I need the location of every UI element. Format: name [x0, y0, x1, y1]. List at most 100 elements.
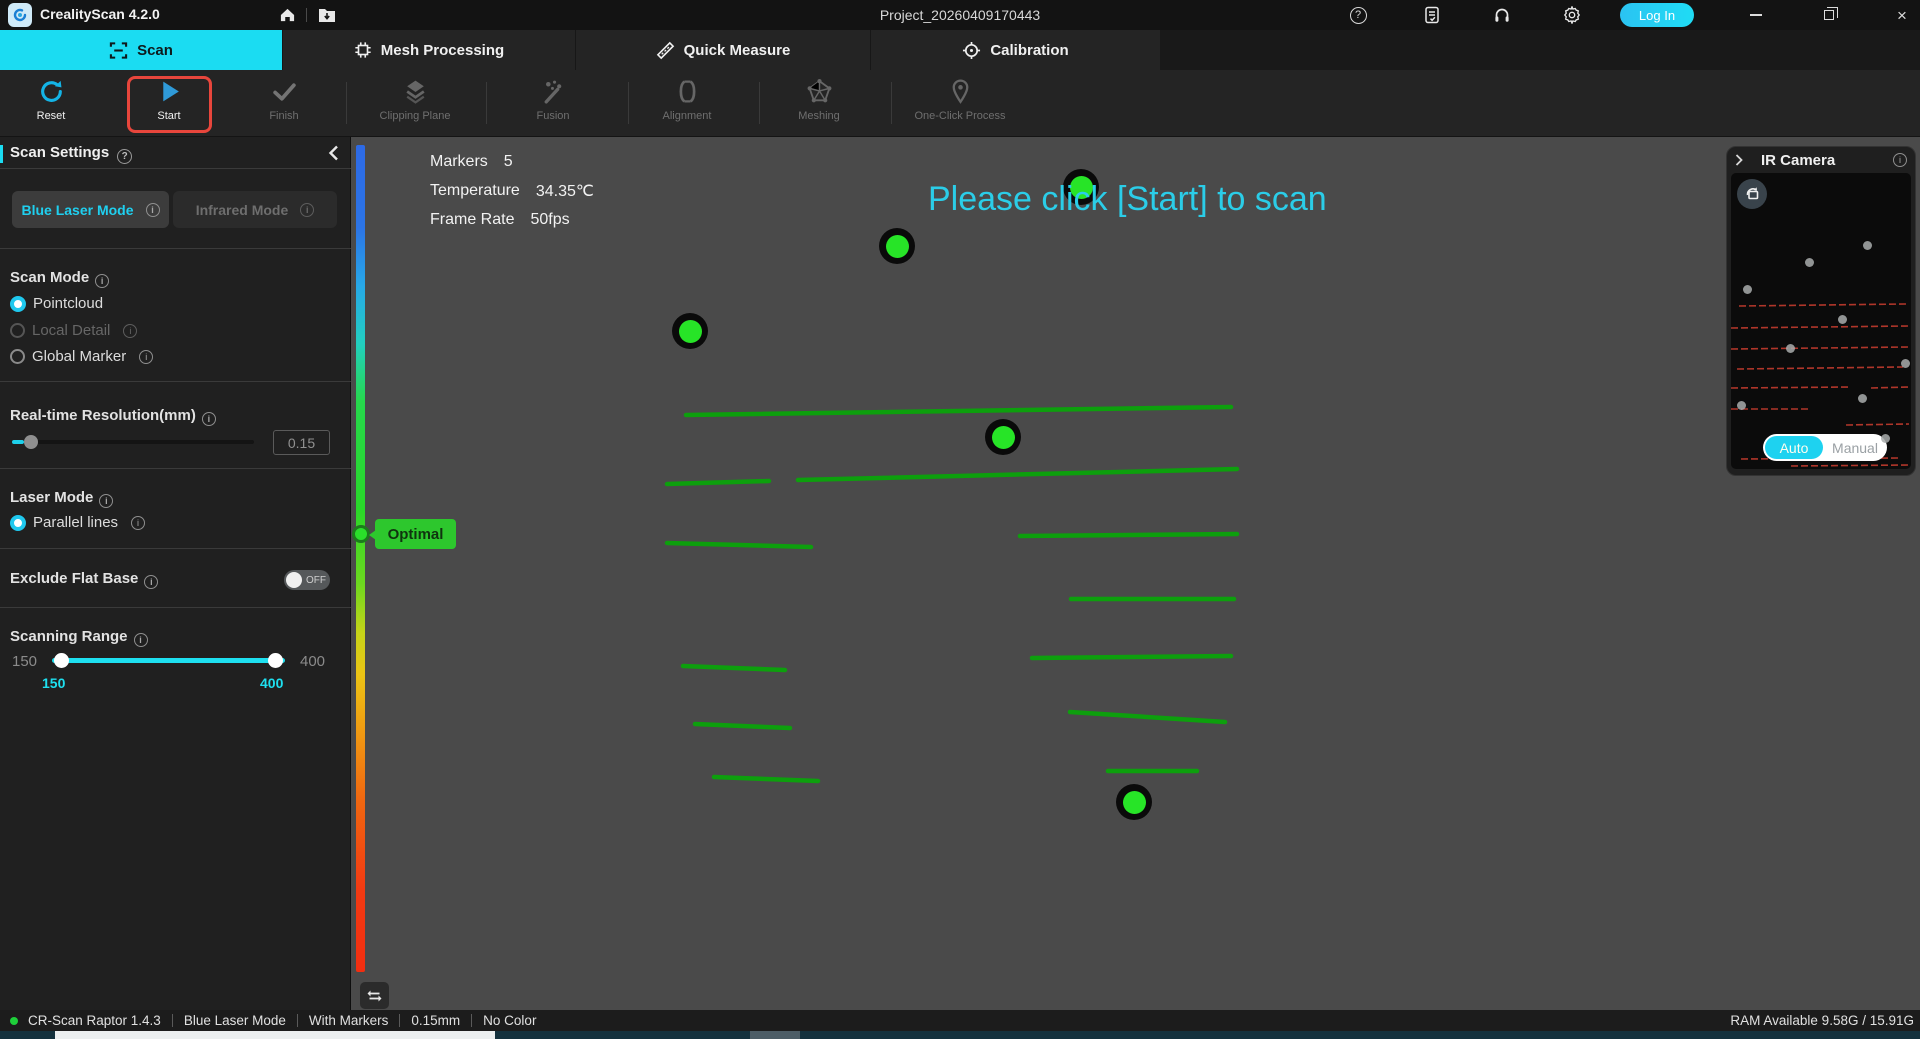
- infrared-mode-button[interactable]: Infrared Mode i: [173, 191, 337, 228]
- manual-mode-option[interactable]: Manual: [1823, 440, 1887, 456]
- laser-mode-info-icon[interactable]: i: [99, 494, 113, 508]
- status-laser-mode: Blue Laser Mode: [184, 1013, 286, 1028]
- scan-viewport[interactable]: [351, 137, 1920, 1010]
- scanning-range-slider[interactable]: [52, 658, 285, 663]
- laser-mode-label: Laser Modei: [10, 489, 113, 508]
- start-button[interactable]: Start: [114, 78, 224, 122]
- login-button[interactable]: Log In: [1620, 3, 1694, 27]
- ir-camera-info-icon[interactable]: i: [1893, 153, 1907, 167]
- reset-button[interactable]: Reset: [0, 78, 106, 122]
- range-min-label: 150: [12, 653, 37, 670]
- scanning-range-info-icon[interactable]: i: [134, 633, 148, 647]
- exposure-mode-toggle[interactable]: Auto Manual: [1763, 434, 1887, 461]
- exclude-flat-base-label: Exclude Flat Basei: [10, 570, 158, 589]
- ir-camera-feed: Auto Manual: [1731, 173, 1911, 469]
- global-marker-info-icon[interactable]: i: [139, 350, 153, 364]
- ir-laser-line: [1791, 465, 1909, 466]
- calibration-icon: [962, 41, 981, 60]
- ir-marker-dot: [1901, 359, 1910, 368]
- ir-camera-title: IR Camera: [1761, 152, 1835, 169]
- clipping-plane-button[interactable]: Clipping Plane: [360, 78, 470, 122]
- status-resolution: 0.15mm: [411, 1013, 460, 1028]
- radio-selected-icon: [10, 515, 26, 531]
- device-name: CR-Scan Raptor 1.4.3: [28, 1013, 161, 1028]
- fusion-icon: [540, 78, 567, 105]
- range-knob-min[interactable]: [54, 653, 69, 668]
- finish-button[interactable]: Finish: [229, 78, 339, 122]
- close-button[interactable]: ×: [1889, 4, 1915, 26]
- blue-laser-info-icon[interactable]: i: [146, 203, 160, 217]
- toolbar-separator: [486, 82, 487, 124]
- exclude-flat-base-info-icon[interactable]: i: [144, 575, 158, 589]
- support-headset-button[interactable]: [1491, 5, 1513, 25]
- rotate-view-button[interactable]: [1737, 179, 1767, 209]
- minimize-button[interactable]: [1743, 4, 1769, 26]
- parallel-lines-label: Parallel lines: [33, 514, 118, 531]
- tab-measure-label: Quick Measure: [684, 42, 791, 59]
- device-connected-dot: [10, 1017, 18, 1025]
- one-click-process-button[interactable]: One-Click Process: [905, 78, 1015, 122]
- help-button[interactable]: ?: [1347, 5, 1369, 25]
- start-label: Start: [157, 110, 180, 122]
- parallel-lines-info-icon[interactable]: i: [131, 516, 145, 530]
- radio-pointcloud[interactable]: Pointcloud: [10, 295, 103, 312]
- exclude-flat-base-toggle[interactable]: OFF: [284, 570, 330, 590]
- radio-local-detail[interactable]: Local Detail i: [10, 322, 137, 339]
- local-detail-info-icon[interactable]: i: [123, 324, 137, 338]
- panel-title: Scan Settings?: [10, 144, 132, 164]
- resolution-slider[interactable]: [12, 440, 254, 444]
- finish-label: Finish: [269, 110, 298, 122]
- open-project-button[interactable]: [316, 5, 338, 25]
- settings-gear-button[interactable]: [1561, 5, 1583, 25]
- status-markers-mode: With Markers: [309, 1013, 389, 1028]
- tab-scan[interactable]: Scan: [0, 30, 282, 70]
- tab-mesh-processing[interactable]: Mesh Processing: [282, 30, 575, 70]
- ir-marker-dot: [1863, 241, 1872, 250]
- alignment-label: Alignment: [663, 110, 712, 122]
- collapse-panel-button[interactable]: [328, 145, 339, 166]
- home-button[interactable]: [276, 5, 298, 25]
- ir-laser-lines: [1731, 173, 1911, 469]
- status-bar: CR-Scan Raptor 1.4.3 Blue Laser Mode Wit…: [0, 1010, 1920, 1031]
- fusion-button[interactable]: Fusion: [498, 78, 608, 122]
- range-min-value: 150: [42, 675, 65, 691]
- taskbar-strip: [0, 1031, 1920, 1039]
- status-color-mode: No Color: [483, 1013, 536, 1028]
- section-divider: [0, 548, 351, 549]
- section-divider: [0, 248, 351, 249]
- resolution-slider-knob[interactable]: [24, 435, 38, 449]
- tab-calibration[interactable]: Calibration: [870, 30, 1160, 70]
- radio-global-marker[interactable]: Global Marker i: [10, 348, 153, 365]
- auto-mode-option[interactable]: Auto: [1765, 436, 1823, 459]
- meshing-button[interactable]: Meshing: [764, 78, 874, 122]
- start-icon: [156, 78, 183, 105]
- blue-laser-mode-button[interactable]: Blue Laser Mode i: [12, 191, 169, 228]
- restore-button[interactable]: [1816, 4, 1842, 26]
- crealityscan-window: CrealityScan 4.2.0 Project_2026040917044…: [0, 0, 1920, 1039]
- ir-laser-line: [1731, 387, 1851, 388]
- scan-settings-help-icon[interactable]: ?: [117, 149, 132, 164]
- fusion-label: Fusion: [536, 110, 569, 122]
- resolution-info-icon[interactable]: i: [202, 412, 216, 426]
- toolbar-separator: [628, 82, 629, 124]
- ir-marker-dot: [1858, 394, 1867, 403]
- swap-view-button[interactable]: [360, 982, 389, 1009]
- resolution-value-input[interactable]: 0.15: [273, 430, 330, 455]
- range-knob-max[interactable]: [268, 653, 283, 668]
- section-divider: [0, 468, 351, 469]
- alignment-button[interactable]: Alignment: [632, 78, 742, 122]
- ir-laser-line: [1739, 304, 1906, 306]
- local-detail-label: Local Detail: [32, 322, 110, 339]
- distance-gradient-bar: [356, 145, 365, 972]
- radio-selected-icon: [10, 296, 26, 312]
- tab-quick-measure[interactable]: Quick Measure: [575, 30, 870, 70]
- quick-measure-icon: [656, 41, 675, 60]
- radio-parallel-lines[interactable]: Parallel lines i: [10, 514, 145, 531]
- ir-camera-header[interactable]: IR Camera i: [1727, 147, 1915, 173]
- infrared-info-icon[interactable]: i: [300, 203, 314, 217]
- ir-marker-dot: [1786, 344, 1795, 353]
- feedback-button[interactable]: [1421, 5, 1443, 25]
- scan-mode-info-icon[interactable]: i: [95, 274, 109, 288]
- ir-marker-dot: [1737, 401, 1746, 410]
- app-title: CrealityScan 4.2.0: [40, 6, 160, 22]
